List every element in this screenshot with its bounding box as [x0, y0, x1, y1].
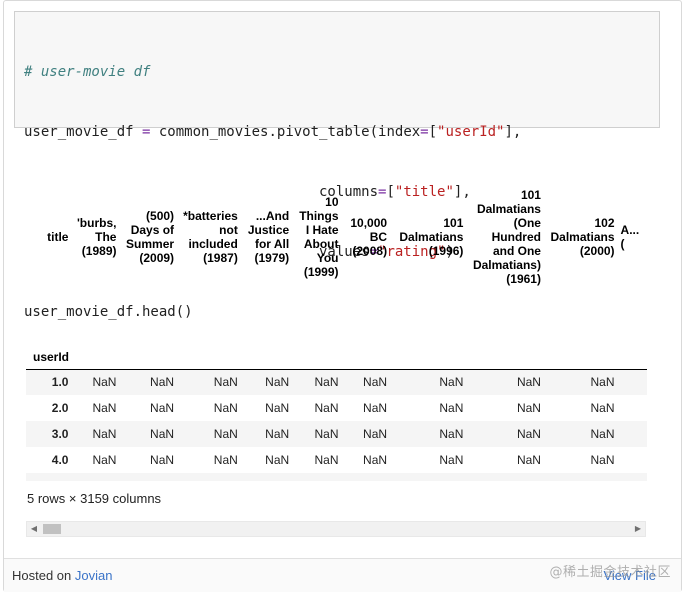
table-cell: NaN: [213, 401, 238, 415]
table-cell: NaN: [590, 453, 615, 467]
table-cell: NaN: [242, 473, 293, 481]
column-header: 102 Dalmatians (2000): [550, 215, 615, 258]
table-cell: NaN: [178, 473, 242, 481]
table-cell: NaN: [150, 375, 175, 390]
row-index: 3.0: [51, 427, 69, 441]
hosted-prefix: Hosted on: [12, 568, 75, 583]
table-cell: NaN: [590, 427, 615, 441]
table-cell: NaN: [265, 401, 290, 415]
table-cell: NaN: [516, 427, 541, 441]
dataframe-summary: 5 rows × 3159 columns: [27, 491, 162, 506]
table-row: 2.0 NaN NaN NaN NaN NaN NaN NaN NaN NaN: [26, 395, 647, 421]
index-name-row: userId: [26, 337, 647, 369]
table-cell: NaN: [213, 375, 238, 390]
row-index: 1.0: [51, 375, 69, 390]
table-cell: NaN: [363, 375, 388, 390]
table-cell: NaN: [150, 427, 175, 441]
table-cell: NaN: [363, 401, 388, 415]
table-cell: NaN: [363, 427, 388, 441]
code-cell[interactable]: # user-movie df user_movie_df = common_m…: [14, 11, 660, 320]
table-cell-cutoff: [619, 447, 647, 473]
table-cell: NaN: [343, 473, 392, 481]
row-index: 5.0: [26, 473, 72, 481]
scrollbar-thumb[interactable]: [43, 524, 61, 534]
table-cell: NaN: [92, 375, 117, 390]
table-row: 1.0 NaN NaN NaN NaN NaN NaN NaN NaN NaN: [26, 369, 647, 395]
dataframe-container: title 'burbs, The (1989) (500) Days of S…: [26, 136, 647, 481]
jovian-link[interactable]: Jovian: [75, 568, 113, 583]
column-header-row: title 'burbs, The (1989) (500) Days of S…: [26, 136, 647, 337]
index-name-label: userId: [33, 349, 70, 364]
table-cell: NaN: [293, 473, 342, 481]
dataframe-body: 1.0 NaN NaN NaN NaN NaN NaN NaN NaN NaN 2.0 NaN NaN N…: [26, 369, 647, 481]
table-cell: NaN: [92, 453, 117, 467]
table-cell: NaN: [314, 401, 339, 415]
table-cell: NaN: [213, 453, 238, 467]
table-cell: NaN: [213, 427, 238, 441]
row-index: 4.0: [51, 453, 69, 467]
column-header: 10 Things I Hate About You (1999): [299, 194, 339, 279]
table-cell-cutoff: [619, 369, 647, 395]
scroll-right-arrow-icon[interactable]: ▶: [631, 522, 645, 536]
table-cell: NaN: [439, 427, 464, 441]
table-cell: NaN: [467, 473, 545, 481]
code-line-1: # user-movie df: [24, 62, 650, 82]
hosted-on-text: Hosted on Jovian: [12, 568, 112, 583]
table-cell: NaN: [516, 401, 541, 415]
table-cell: NaN: [439, 453, 464, 467]
column-header: 10,000 BC (2008): [350, 215, 388, 258]
scroll-left-arrow-icon[interactable]: ◀: [27, 522, 41, 536]
table-cell: NaN: [439, 401, 464, 415]
table-cell: NaN: [590, 375, 615, 390]
table-cell: NaN: [150, 401, 175, 415]
embed-footer: Hosted on Jovian View File @稀土掘金技术社区: [4, 558, 681, 592]
column-header: 'burbs, The (1989): [76, 215, 117, 258]
table-cell: NaN: [516, 375, 541, 390]
horizontal-scrollbar[interactable]: ◀ ▶: [26, 521, 646, 537]
table-cell: NaN: [391, 473, 467, 481]
table-cell: NaN: [314, 427, 339, 441]
table-cell: NaN: [590, 401, 615, 415]
column-header: 101 Dalmatians (One Hundred and One Dalm…: [472, 187, 541, 286]
table-cell-cutoff: [619, 395, 647, 421]
table-cell: NaN: [265, 453, 290, 467]
dataframe-table: title 'burbs, The (1989) (500) Days of S…: [26, 136, 647, 481]
row-index: 2.0: [51, 401, 69, 415]
table-row: 4.0 NaN NaN NaN NaN NaN NaN NaN NaN NaN: [26, 447, 647, 473]
column-header: *batteries not included (1987): [183, 208, 238, 265]
columns-name-label: title: [47, 229, 69, 244]
table-row: 3.0 NaN NaN NaN NaN NaN NaN NaN NaN NaN: [26, 421, 647, 447]
table-cell: NaN: [516, 453, 541, 467]
table-cell: NaN: [72, 473, 120, 481]
table-cell: NaN: [150, 453, 175, 467]
table-cell: NaN: [314, 375, 339, 390]
table-row: 5.0NaNNaNNaNNaNNaNNaNNaNNaNNaN: [26, 473, 647, 481]
site-watermark: @稀土掘金技术社区: [549, 565, 671, 580]
column-header: (500) Days of Summer (2009): [126, 208, 175, 265]
table-cell: NaN: [92, 427, 117, 441]
table-cell-cutoff: [619, 473, 647, 481]
table-cell: NaN: [265, 375, 290, 390]
table-cell: NaN: [120, 473, 178, 481]
notebook-embed-frame: # user-movie df user_movie_df = common_m…: [3, 0, 682, 592]
column-header: ...And Justice for All (1979): [247, 208, 290, 265]
table-cell: NaN: [545, 473, 619, 481]
table-cell: NaN: [265, 427, 290, 441]
column-header: 101 Dalmatians (1996): [399, 215, 464, 258]
table-cell-cutoff: [619, 421, 647, 447]
code-comment: # user-movie df: [24, 64, 151, 80]
table-cell: NaN: [363, 453, 388, 467]
table-cell: NaN: [439, 375, 464, 390]
column-header: A... (: [620, 222, 640, 251]
table-cell: NaN: [314, 453, 339, 467]
table-cell: NaN: [92, 401, 117, 415]
